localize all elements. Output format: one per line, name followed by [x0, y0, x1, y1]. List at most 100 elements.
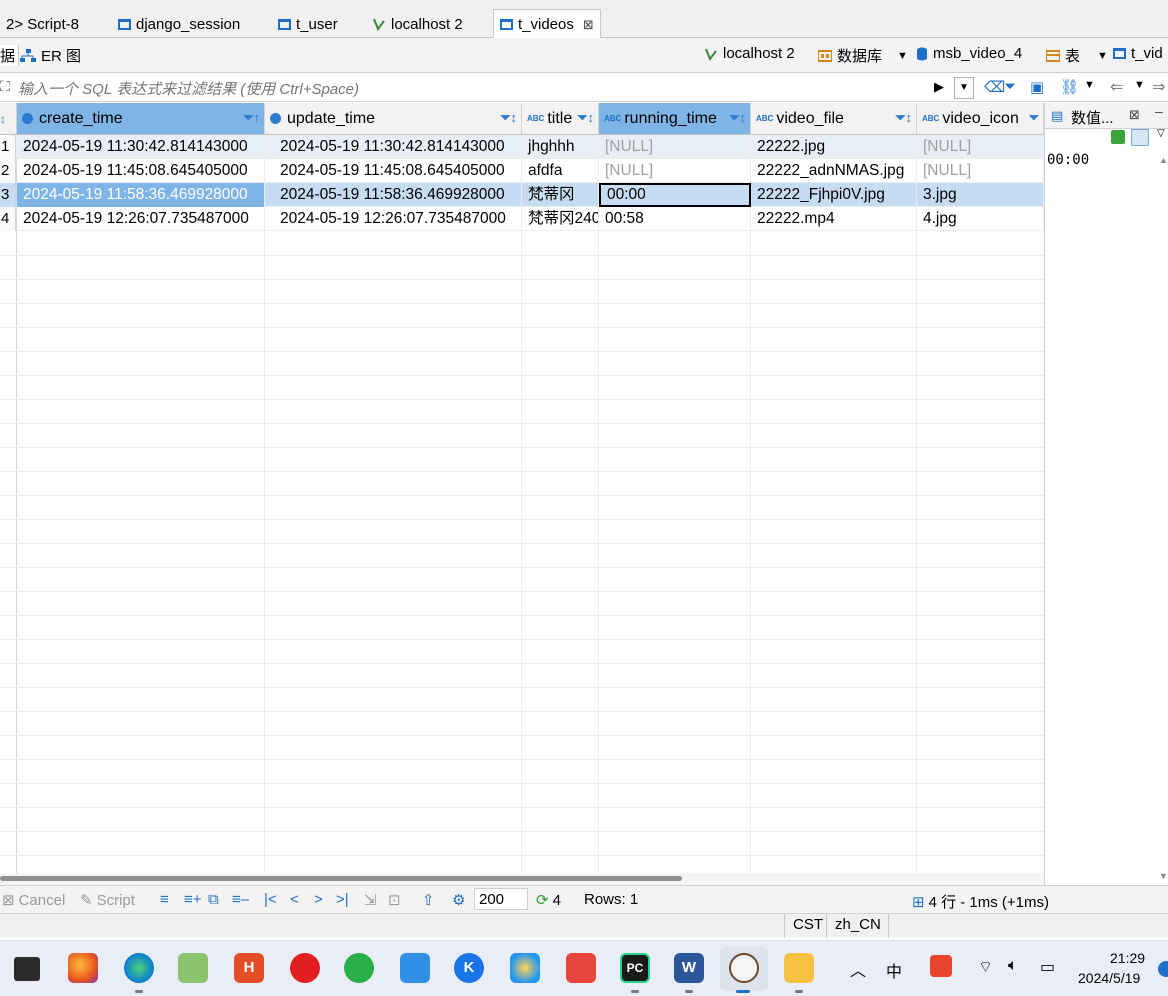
refresh-button[interactable]: ⟳ 4: [536, 891, 561, 910]
chevron-down-icon[interactable]: ▼: [1097, 50, 1108, 62]
gear-icon[interactable]: ⚙: [452, 891, 465, 909]
schema-selector[interactable]: msb_video_4: [916, 45, 1022, 62]
cell-create-time[interactable]: 2024-05-19 11:30:42.814143000: [17, 135, 265, 159]
auto-save-toggle[interactable]: [1131, 129, 1149, 146]
tab-script-8[interactable]: 2> Script-8: [0, 10, 85, 38]
table-row[interactable]: 4 2024-05-19 12:26:07.735487000 2024-05-…: [0, 207, 1044, 231]
scroll-up-icon[interactable]: ▲: [1159, 155, 1168, 165]
table-row-selected[interactable]: 3 2024-05-19 11:58:36.469928000 2024-05-…: [0, 183, 1044, 207]
pycharm-icon[interactable]: PC: [620, 953, 650, 983]
column-header-video-icon[interactable]: ABC video_icon ⏷: [917, 103, 1044, 135]
copy-row-icon[interactable]: ⧉: [208, 891, 219, 908]
wifi-icon[interactable]: ⌔: [978, 957, 993, 977]
xmind-icon[interactable]: [566, 953, 596, 983]
last-page-icon[interactable]: >|: [336, 891, 349, 908]
cell-title[interactable]: afdfa: [522, 159, 599, 183]
forward-arrow-icon[interactable]: ⇒: [1152, 77, 1165, 97]
cell-video-file[interactable]: 22222_adnNMAS.jpg: [751, 159, 917, 183]
cell-video-file[interactable]: 22222.jpg: [751, 135, 917, 159]
chevron-down-icon[interactable]: ▼: [897, 50, 908, 62]
scroll-down-icon[interactable]: ▼: [1159, 871, 1168, 881]
cell-running-time[interactable]: [NULL]: [599, 159, 751, 183]
tab-localhost-2[interactable]: localhost 2: [366, 10, 469, 38]
chevron-down-icon[interactable]: ▼: [1134, 79, 1145, 91]
filter-input[interactable]: [18, 78, 928, 100]
dbeaver-icon[interactable]: [729, 953, 759, 983]
fetch-all-icon[interactable]: ⇲: [364, 891, 377, 909]
cell-running-time[interactable]: [NULL]: [599, 135, 751, 159]
column-header-create-time[interactable]: create_time ⏷↑: [17, 103, 265, 135]
netease-music-icon[interactable]: [290, 953, 320, 983]
kugou-icon[interactable]: K: [454, 953, 484, 983]
link-icon[interactable]: ⛓: [1060, 78, 1079, 96]
notification-badge[interactable]: [1158, 961, 1168, 977]
filter-settings-icon[interactable]: ▣: [1030, 78, 1044, 96]
column-header-running-time[interactable]: ABC running_time ⏷↕: [599, 103, 751, 135]
column-header-video-file[interactable]: ABC video_file ⏷↕: [751, 103, 917, 135]
table-selector[interactable]: 表 ▼: [1046, 45, 1108, 66]
script-button[interactable]: ✎ Script: [80, 891, 135, 910]
fetch-size-input[interactable]: [474, 888, 528, 910]
html-icon[interactable]: H: [234, 953, 264, 983]
cell-video-icon[interactable]: [NULL]: [917, 135, 1044, 159]
filter-sort-icon[interactable]: ⏷↑: [243, 110, 260, 126]
column-header-title[interactable]: ABC title ⏷↕: [522, 103, 599, 135]
cell-running-time-focused[interactable]: 00:00: [599, 183, 751, 207]
sort-icon[interactable]: ↕: [0, 112, 6, 126]
cell-create-time[interactable]: 2024-05-19 12:26:07.735487000: [17, 207, 265, 231]
chevron-down-icon[interactable]: ▼: [1084, 79, 1095, 91]
cell-video-icon[interactable]: [NULL]: [917, 159, 1044, 183]
cell-update-time[interactable]: 2024-05-19 11:45:08.645405000: [274, 159, 522, 183]
delete-row-icon[interactable]: ≡–: [232, 891, 249, 908]
tab-t-videos[interactable]: t_videos ⊠: [493, 9, 601, 39]
filter-icon[interactable]: ⏷: [1004, 78, 1016, 95]
prev-page-icon[interactable]: <: [290, 891, 299, 908]
filter-sort-icon[interactable]: ⏷↕: [729, 110, 746, 126]
database-selector[interactable]: 数据库 ▼: [818, 45, 908, 66]
ime-indicator[interactable]: 中: [886, 958, 902, 982]
cell-title[interactable]: 梵蒂冈240: [522, 207, 599, 231]
fetch-next-icon[interactable]: ⊡: [388, 891, 401, 909]
edit-row-icon[interactable]: ≡: [160, 891, 169, 908]
tab-t-user[interactable]: t_user: [272, 10, 344, 38]
tab-data[interactable]: 据: [0, 45, 20, 66]
close-icon[interactable]: ⊠: [1129, 107, 1140, 123]
cell-title[interactable]: jhghhh: [522, 135, 599, 159]
word-icon[interactable]: W: [674, 953, 704, 983]
cell-video-icon[interactable]: 4.jpg: [917, 207, 1044, 231]
notepad-plus-icon[interactable]: [178, 953, 208, 983]
cell-update-time[interactable]: 2024-05-19 11:58:36.469928000: [274, 183, 522, 207]
filter-history-dropdown[interactable]: ▼: [954, 77, 974, 99]
clock-date[interactable]: 2024/5/19: [1078, 970, 1140, 986]
clock-time[interactable]: 21:29: [1110, 950, 1145, 966]
cell-create-time[interactable]: 2024-05-19 11:45:08.645405000: [17, 159, 265, 183]
tab-django-session[interactable]: django_session: [112, 10, 246, 38]
firefox-icon[interactable]: [68, 953, 98, 983]
cell-video-file[interactable]: 22222_Fjhpi0V.jpg: [751, 183, 917, 207]
volume-icon[interactable]: 🔈︎: [1008, 957, 1018, 975]
filter-sort-icon[interactable]: ⏷↕: [895, 110, 912, 126]
apply-filter-icon[interactable]: ▶: [934, 79, 944, 95]
terminal-icon[interactable]: [14, 957, 40, 981]
tray-overflow-icon[interactable]: ︿: [850, 957, 866, 981]
connection-selector[interactable]: localhost 2: [704, 45, 795, 62]
horizontal-scrollbar[interactable]: [0, 873, 1044, 885]
filter-expand-icon[interactable]: ⛶: [0, 78, 10, 95]
minimize-icon[interactable]: –: [1155, 103, 1163, 119]
cell-video-file[interactable]: 22222.mp4: [751, 207, 917, 231]
cell-update-time[interactable]: 2024-05-19 11:30:42.814143000: [274, 135, 522, 159]
paint-icon[interactable]: [510, 953, 540, 983]
eraser-icon[interactable]: ⌫: [984, 78, 1005, 96]
cell-video-icon[interactable]: 3.jpg: [917, 183, 1044, 207]
filter-sort-icon[interactable]: ⏷: [1029, 110, 1039, 126]
notes-icon[interactable]: [400, 953, 430, 983]
close-icon[interactable]: ⊠: [583, 17, 594, 33]
edge-icon[interactable]: [124, 953, 154, 983]
sogou-input-icon[interactable]: [930, 955, 952, 977]
cell-create-time[interactable]: 2024-05-19 11:58:36.469928000: [17, 183, 265, 207]
add-row-icon[interactable]: ≡+: [184, 891, 202, 908]
table-row[interactable]: 1 2024-05-19 11:30:42.814143000 2024-05-…: [0, 135, 1044, 159]
wechat-icon[interactable]: [344, 953, 374, 983]
tab-er-diagram[interactable]: ER 图: [20, 45, 81, 66]
filter-sort-icon[interactable]: ⏷↕: [500, 110, 517, 126]
